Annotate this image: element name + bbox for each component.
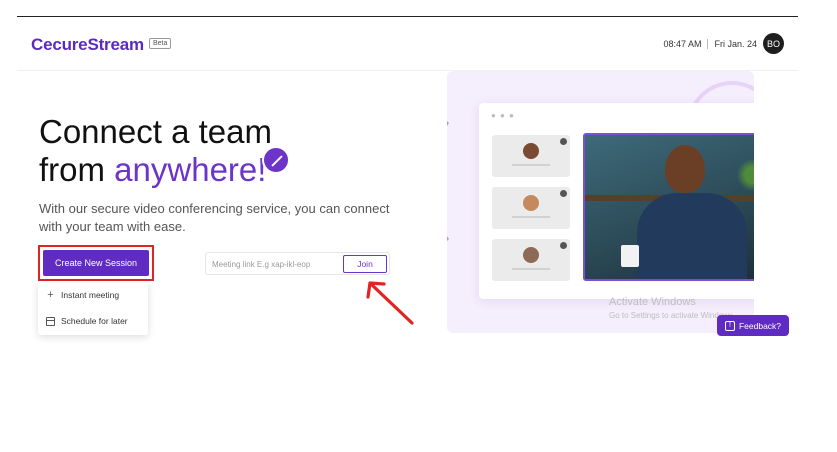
hero-title-line1: Connect a team (39, 113, 272, 150)
participant-avatar (523, 143, 539, 159)
feedback-button[interactable]: ! Feedback? (717, 315, 789, 336)
create-session-highlight: Create New Session (38, 245, 154, 281)
participant-name-line (512, 268, 550, 270)
menu-item-label: Schedule for later (61, 316, 128, 326)
video-plant (735, 155, 754, 195)
mute-icon (262, 146, 290, 174)
hero-title-line2: from anywhere! (39, 151, 266, 189)
feedback-label: Feedback? (738, 320, 782, 331)
hero-illustration: ● ● ● (447, 71, 754, 333)
meeting-link-input[interactable] (212, 257, 340, 271)
mic-icon (560, 190, 567, 197)
participant-name-line (512, 164, 550, 166)
activate-windows-title: Activate Windows (609, 296, 696, 308)
avatar[interactable]: BO (763, 33, 784, 54)
video-person-head (665, 145, 705, 193)
hero-title-plain: from (39, 151, 115, 188)
menu-item-schedule-later[interactable]: Schedule for later (46, 316, 128, 326)
join-button[interactable]: Join (343, 255, 387, 273)
participant-avatar (523, 247, 539, 263)
current-time: 08:47 AM (663, 38, 709, 49)
main-video-feed (583, 133, 754, 281)
beta-badge: Beta (149, 38, 172, 49)
calendar-icon (46, 316, 55, 326)
video-cup (621, 245, 639, 267)
meeting-link-box: Join (205, 252, 390, 275)
video-person-body (637, 193, 747, 279)
create-new-session-button[interactable]: Create New Session (43, 250, 149, 276)
feedback-icon: ! (724, 320, 735, 331)
menu-item-label: Instant meeting (61, 290, 120, 300)
mic-icon (560, 138, 567, 145)
menu-item-instant-meeting[interactable]: + Instant meeting (46, 289, 119, 301)
participant-tile (492, 239, 570, 281)
participant-tile (492, 135, 570, 177)
session-dropdown-menu: + Instant meeting Schedule for later (38, 281, 148, 335)
header: CecureStream Beta 08:47 AM Fri Jan. 24 B… (17, 17, 798, 71)
hero-subtitle: With our secure video conferencing servi… (39, 201, 390, 234)
participant-tile (492, 187, 570, 229)
header-right: 08:47 AM Fri Jan. 24 BO (663, 33, 784, 54)
plus-icon: + (47, 289, 54, 301)
window-dots-icon: ● ● ● (491, 111, 515, 120)
logo[interactable]: CecureStream (31, 35, 144, 55)
video-call-window: ● ● ● (479, 103, 754, 299)
participant-avatar (523, 195, 539, 211)
mic-icon (560, 242, 567, 249)
hero-title-accent: anywhere! (114, 151, 267, 188)
current-date: Fri Jan. 24 (714, 38, 757, 49)
red-arrow-annotation (366, 281, 414, 325)
participant-name-line (512, 216, 550, 218)
